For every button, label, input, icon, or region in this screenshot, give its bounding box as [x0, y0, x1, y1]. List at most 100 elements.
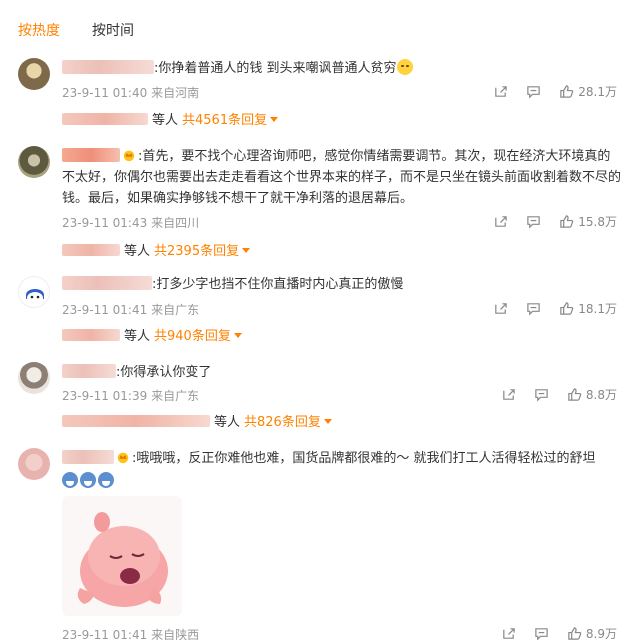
- view-replies-link[interactable]: 共826条回复: [244, 411, 332, 430]
- reply-suffix: 等人: [124, 329, 151, 344]
- share-icon: [503, 628, 515, 639]
- tab-by-time[interactable]: 按时间: [92, 20, 134, 40]
- comment-image[interactable]: [62, 496, 182, 616]
- like-icon: [568, 627, 582, 640]
- reply-summary: 等人 共4561条回复: [62, 109, 279, 128]
- avatar[interactable]: [18, 362, 50, 394]
- avatar[interactable]: [18, 146, 50, 178]
- comment-button[interactable]: [526, 301, 541, 316]
- comment-date: 23-9-11 01:40: [62, 86, 148, 100]
- comment-button[interactable]: [534, 626, 549, 640]
- comment-date: 23-9-11 01:41: [62, 303, 148, 317]
- comment-meta: 23-9-11 01:39 来自广东: [62, 387, 199, 404]
- sticker-icon: [98, 472, 114, 488]
- reply-usernames[interactable]: [62, 243, 120, 256]
- username[interactable]: [62, 148, 120, 162]
- avatar-cartoon-icon: [26, 289, 44, 304]
- share-icon: [495, 86, 507, 97]
- sticker-icon: [80, 472, 96, 488]
- like-count: 15.8万: [578, 215, 617, 229]
- like-icon: [560, 85, 574, 98]
- comment-button[interactable]: [526, 214, 541, 229]
- reply-usernames[interactable]: [62, 112, 148, 125]
- comment-meta: 23-9-11 01:40 来自河南: [62, 84, 199, 101]
- like-button[interactable]: 15.8万: [559, 213, 617, 230]
- share-icon: [503, 389, 515, 400]
- emoji-icon: [396, 59, 413, 75]
- comment-location: 来自广东: [151, 389, 200, 403]
- share-button[interactable]: [493, 214, 508, 229]
- like-button[interactable]: 8.9万: [567, 625, 617, 640]
- username[interactable]: [62, 60, 154, 74]
- reply-summary: 等人 共940条回复: [62, 325, 242, 344]
- username[interactable]: [62, 276, 152, 290]
- share-icon: [495, 216, 507, 227]
- share-button[interactable]: [493, 84, 508, 99]
- like-button[interactable]: 18.1万: [559, 300, 617, 317]
- comment-icon: [535, 628, 548, 640]
- like-count: 8.8万: [585, 388, 617, 402]
- comment-location: 来自广东: [151, 303, 200, 317]
- like-count: 18.1万: [578, 302, 617, 316]
- like-icon: [560, 215, 574, 228]
- comment-actions: 8.8万: [501, 386, 617, 403]
- reply-suffix: 等人: [152, 113, 179, 128]
- share-button[interactable]: [501, 626, 516, 640]
- comment-text: :打多少字也挡不住你直播时内心真正的傲慢: [152, 277, 404, 292]
- like-icon: [560, 302, 574, 315]
- chevron-down-icon: [242, 248, 251, 253]
- like-count: 8.9万: [585, 627, 617, 640]
- comment-date: 23-9-11 01:41: [62, 628, 148, 640]
- comment-text: :哦哦哦，反正你难他也难，国货品牌都很难的～ 就我们打工人活得轻松过的舒坦: [132, 451, 596, 466]
- comment-actions: 8.9万: [501, 625, 617, 640]
- comment-icon: [527, 303, 540, 316]
- comment-date: 23-9-11 01:43: [62, 216, 148, 230]
- comment-location: 来自陕西: [151, 628, 200, 640]
- like-icon: [568, 388, 582, 401]
- view-replies-link[interactable]: 共4561条回复: [182, 109, 279, 128]
- chevron-down-icon: [270, 117, 279, 122]
- sticker-icon: [62, 472, 78, 488]
- share-icon: [495, 303, 507, 314]
- avatar[interactable]: [18, 448, 50, 480]
- comment-icon: [527, 216, 540, 229]
- reply-usernames[interactable]: [62, 328, 120, 341]
- tab-by-hot[interactable]: 按热度: [18, 20, 60, 40]
- username[interactable]: [62, 450, 114, 464]
- chevron-down-icon: [233, 333, 242, 338]
- avatar[interactable]: [18, 276, 50, 308]
- username[interactable]: [62, 364, 116, 378]
- comment-actions: 15.8万: [493, 213, 617, 230]
- comment-meta: 23-9-11 01:41 来自陕西: [62, 626, 199, 640]
- comment-text: :你挣着普通人的钱 到头来嘲讽普通人贫穷: [154, 61, 397, 76]
- pink-bear-sticker-icon: [77, 512, 168, 607]
- share-button[interactable]: [501, 387, 516, 402]
- comment-date: 23-9-11 01:39: [62, 389, 148, 403]
- reply-summary: 等人 共2395条回复: [62, 240, 251, 259]
- reply-suffix: 等人: [124, 244, 151, 259]
- reply-usernames[interactable]: [62, 414, 210, 427]
- like-button[interactable]: 8.8万: [567, 386, 617, 403]
- reply-suffix: 等人: [214, 415, 241, 430]
- reply-summary: 等人 共826条回复: [62, 411, 332, 430]
- share-button[interactable]: [493, 301, 508, 316]
- comment-text: :你得承认你变了: [116, 365, 212, 380]
- like-count: 28.1万: [578, 85, 617, 99]
- comment-actions: 28.1万: [493, 83, 617, 100]
- crown-badge-icon: [123, 150, 135, 162]
- comment-icon: [535, 389, 548, 402]
- comment-location: 来自四川: [151, 216, 200, 230]
- avatar[interactable]: [18, 58, 50, 90]
- sticker-group: [62, 472, 114, 488]
- comment-text: :首先，要不找个心理咨询师吧，感觉你情绪需要调节。其次，现在经济大环境真的不太好…: [62, 149, 622, 206]
- chevron-down-icon: [323, 419, 332, 424]
- view-replies-link[interactable]: 共2395条回复: [154, 240, 251, 259]
- comment-meta: 23-9-11 01:41 来自广东: [62, 301, 199, 318]
- comment-button[interactable]: [534, 387, 549, 402]
- comment-location: 来自河南: [151, 86, 200, 100]
- comment-button[interactable]: [526, 84, 541, 99]
- comment-meta: 23-9-11 01:43 来自四川: [62, 214, 199, 231]
- crown-badge-icon: [117, 452, 129, 464]
- view-replies-link[interactable]: 共940条回复: [154, 325, 242, 344]
- like-button[interactable]: 28.1万: [559, 83, 617, 100]
